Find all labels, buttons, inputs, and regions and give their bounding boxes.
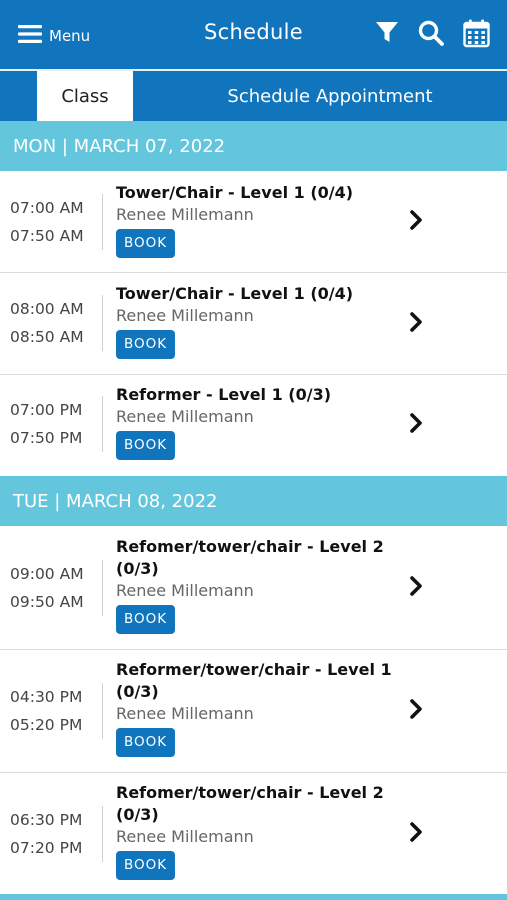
time-divider	[102, 295, 103, 351]
class-row[interactable]: 07:00 AM 07:50 AM Tower/Chair - Level 1 …	[0, 171, 507, 273]
filter-icon[interactable]	[375, 19, 399, 45]
chevron-right-icon[interactable]	[409, 209, 425, 235]
end-time: 07:50 AM	[10, 227, 84, 245]
class-times: 04:30 PM 05:20 PM	[10, 683, 92, 739]
class-capacity: (0/3)	[116, 805, 159, 824]
class-times: 06:30 PM 07:20 PM	[10, 806, 92, 862]
class-info: Reformer - Level 1 (0/3) Renee Millemann…	[116, 384, 396, 460]
class-name: Reformer - Level 1 (0/3)	[116, 385, 332, 404]
book-button[interactable]: BOOK	[116, 605, 176, 634]
next-day-header-edge	[0, 894, 507, 900]
end-time: 09:50 AM	[10, 593, 84, 611]
day-header: MON | MARCH 07, 2022	[0, 121, 507, 171]
tab-schedule-appointment[interactable]: Schedule Appointment	[180, 71, 480, 121]
chevron-right-icon[interactable]	[409, 412, 425, 438]
chevron-right-icon[interactable]	[409, 575, 425, 601]
class-info: Refomer/tower/chair - Level 2 (0/3) Rene…	[116, 782, 396, 880]
start-time: 09:00 AM	[10, 565, 84, 583]
end-time: 07:50 PM	[10, 429, 83, 447]
instructor-name: Renee Millemann	[116, 827, 254, 846]
top-app-bar: Menu Schedule	[0, 0, 507, 69]
end-time: 07:20 PM	[10, 839, 83, 857]
chevron-right-icon[interactable]	[409, 698, 425, 724]
class-times: 09:00 AM 09:50 AM	[10, 560, 92, 616]
class-info: Refomer/tower/chair - Level 2 (0/3) Rene…	[116, 536, 396, 634]
time-divider	[102, 194, 103, 250]
start-time: 08:00 AM	[10, 300, 84, 318]
class-name: Tower/Chair - Level 1 (0/4)	[116, 183, 354, 202]
instructor-name: Renee Millemann	[116, 407, 254, 426]
class-info: Tower/Chair - Level 1 (0/4) Renee Millem…	[116, 182, 396, 258]
chevron-right-icon[interactable]	[409, 311, 425, 337]
instructor-name: Renee Millemann	[116, 704, 254, 723]
instructor-name: Renee Millemann	[116, 205, 254, 224]
time-divider	[102, 683, 103, 739]
chevron-right-icon[interactable]	[409, 821, 425, 847]
time-divider	[102, 396, 103, 452]
instructor-name: Renee Millemann	[116, 581, 254, 600]
class-row[interactable]: 04:30 PM 05:20 PM Reformer/tower/chair -…	[0, 650, 507, 773]
book-button[interactable]: BOOK	[116, 330, 176, 359]
class-row[interactable]: 08:00 AM 08:50 AM Tower/Chair - Level 1 …	[0, 273, 507, 375]
class-times: 07:00 AM 07:50 AM	[10, 194, 92, 250]
class-info: Reformer/tower/chair - Level 1 (0/3) Ren…	[116, 659, 396, 757]
end-time: 05:20 PM	[10, 716, 83, 734]
calendar-icon[interactable]	[463, 19, 490, 48]
instructor-name: Renee Millemann	[116, 306, 254, 325]
book-button[interactable]: BOOK	[116, 229, 176, 258]
class-times: 08:00 AM 08:50 AM	[10, 295, 92, 351]
start-time: 06:30 PM	[10, 811, 83, 829]
class-name: Refomer/tower/chair - Level 2	[116, 537, 384, 556]
class-row[interactable]: 09:00 AM 09:50 AM Refomer/tower/chair - …	[0, 526, 507, 650]
class-name: Refomer/tower/chair - Level 2	[116, 783, 384, 802]
tab-bar: Class Schedule Appointment	[0, 71, 507, 121]
class-row[interactable]: 06:30 PM 07:20 PM Refomer/tower/chair - …	[0, 773, 507, 894]
book-button[interactable]: BOOK	[116, 431, 176, 460]
class-times: 07:00 PM 07:50 PM	[10, 396, 92, 452]
class-row[interactable]: 07:00 PM 07:50 PM Reformer - Level 1 (0/…	[0, 375, 507, 476]
day-header: TUE | MARCH 08, 2022	[0, 476, 507, 526]
class-name: Tower/Chair - Level 1 (0/4)	[116, 284, 354, 303]
start-time: 04:30 PM	[10, 688, 83, 706]
book-button[interactable]: BOOK	[116, 728, 176, 757]
start-time: 07:00 AM	[10, 199, 84, 217]
time-divider	[102, 806, 103, 862]
search-icon[interactable]	[417, 19, 445, 47]
start-time: 07:00 PM	[10, 401, 83, 419]
time-divider	[102, 560, 103, 616]
end-time: 08:50 AM	[10, 328, 84, 346]
class-capacity: (0/3)	[116, 559, 159, 578]
class-info: Tower/Chair - Level 1 (0/4) Renee Millem…	[116, 283, 396, 359]
class-name: Reformer/tower/chair - Level 1	[116, 660, 392, 679]
tab-class[interactable]: Class	[37, 71, 133, 121]
book-button[interactable]: BOOK	[116, 851, 176, 880]
class-capacity: (0/3)	[116, 682, 159, 701]
